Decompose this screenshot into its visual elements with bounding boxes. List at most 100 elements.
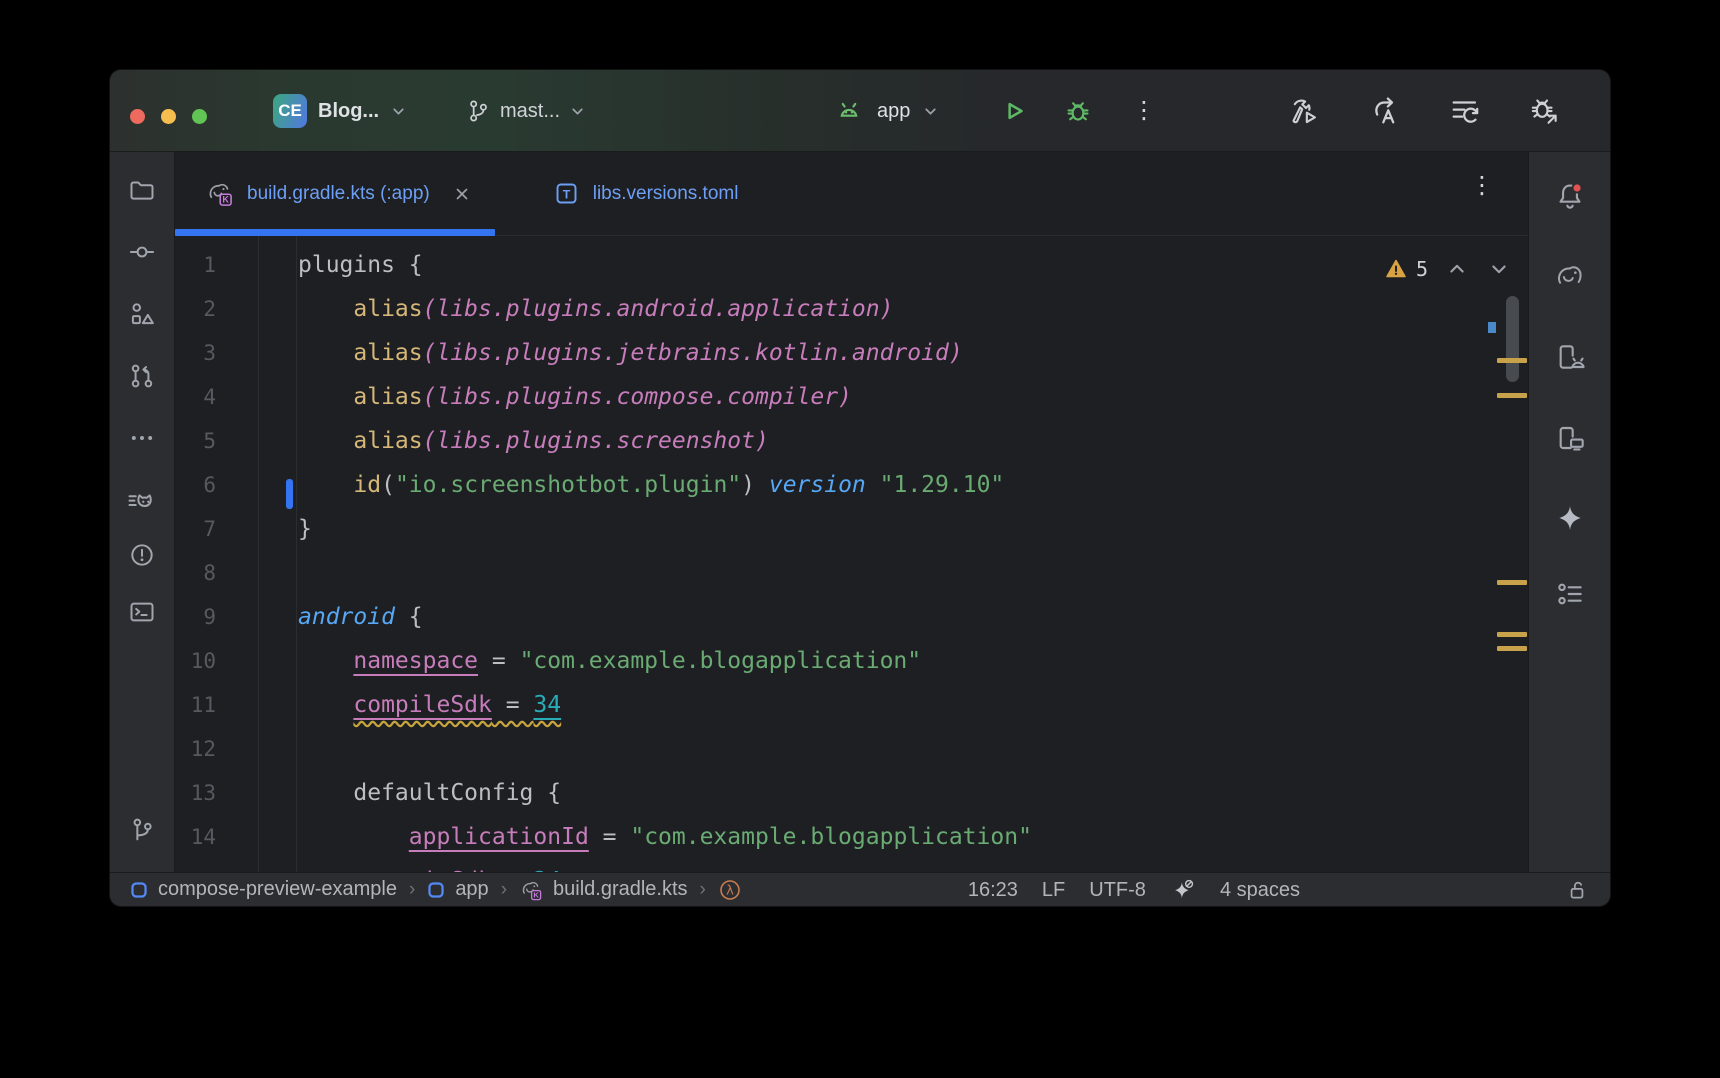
error-stripe-warning-mark[interactable] <box>1497 358 1527 363</box>
line-number[interactable]: 4 <box>175 375 216 419</box>
scrollbar-thumb[interactable] <box>1506 296 1519 382</box>
tab-build-gradle[interactable]: K build.gradle.kts (:app) <box>175 152 495 235</box>
error-stripe-warning-mark[interactable] <box>1497 646 1527 651</box>
line-number[interactable]: 11 <box>175 683 216 727</box>
code-line[interactable] <box>298 727 1528 771</box>
structure-icon[interactable] <box>122 294 162 334</box>
code-line[interactable]: compileSdk = 34 <box>298 683 1528 727</box>
line-number[interactable]: 8 <box>175 551 216 595</box>
encoding[interactable]: UTF-8 <box>1089 879 1146 902</box>
running-devices-icon[interactable] <box>1550 418 1590 458</box>
ai-assistant-disabled-icon[interactable] <box>1170 877 1196 903</box>
code-token: version <box>769 472 866 498</box>
code-line[interactable]: id("io.screenshotbot.plugin") version "1… <box>298 463 1528 507</box>
code-line[interactable]: alias(libs.plugins.screenshot) <box>298 419 1528 463</box>
breadcrumb-separator: › <box>501 879 507 901</box>
gradle-sync-icon[interactable] <box>1446 92 1484 130</box>
code-line[interactable] <box>298 551 1528 595</box>
code-line[interactable]: defaultConfig { <box>298 771 1528 815</box>
notifications-bell-icon[interactable] <box>1550 176 1590 216</box>
apply-code-changes-icon[interactable] <box>1366 92 1404 130</box>
run-more-options[interactable]: ⋮ <box>1132 70 1156 152</box>
code-token: alias <box>353 340 422 366</box>
code-token: "1.29.10" <box>880 472 1005 498</box>
run-config-name[interactable]: app <box>877 100 910 123</box>
code-token: (libs.plugins.compose.compiler) <box>423 384 852 410</box>
build-variants-icon[interactable] <box>1550 574 1590 614</box>
line-number[interactable]: 6 <box>175 463 216 507</box>
breadcrumb-project[interactable]: compose-preview-example <box>130 878 397 901</box>
unlocked-icon[interactable] <box>1564 877 1590 903</box>
project-folder-icon[interactable] <box>122 170 162 210</box>
chevron-down-icon[interactable] <box>922 103 939 120</box>
module-icon <box>130 881 148 899</box>
error-stripe-warning-mark[interactable] <box>1497 393 1527 398</box>
code-line[interactable]: alias(libs.plugins.jetbrains.kotlin.andr… <box>298 331 1528 375</box>
error-stripe-warning-mark[interactable] <box>1497 632 1527 637</box>
tab-options-icon[interactable]: ⋮ <box>1470 174 1494 198</box>
breadcrumb-separator: › <box>409 879 415 901</box>
previous-problem-icon[interactable] <box>1444 256 1470 282</box>
commit-icon[interactable] <box>122 232 162 272</box>
line-number[interactable]: 7 <box>175 507 216 551</box>
warning-highlight[interactable]: compileSdk = 34 <box>353 692 561 718</box>
device-manager-icon[interactable] <box>1550 337 1590 377</box>
inspections-widget[interactable]: 5 <box>1384 256 1512 282</box>
indent-style[interactable]: 4 spaces <box>1220 879 1300 902</box>
problems-icon[interactable] <box>122 535 162 575</box>
run-button[interactable] <box>995 92 1033 130</box>
zoom-window-button[interactable] <box>192 109 207 124</box>
close-window-button[interactable] <box>130 109 145 124</box>
gradle-icon[interactable] <box>1550 256 1590 296</box>
vcs-branch-widget[interactable]: mast... <box>465 70 586 152</box>
code-line[interactable]: applicationId = "com.example.blogapplica… <box>298 815 1528 859</box>
line-ending[interactable]: LF <box>1042 879 1065 902</box>
pull-requests-icon[interactable] <box>122 356 162 396</box>
build-run-hammer-icon[interactable] <box>1286 92 1324 130</box>
code-line[interactable]: alias(libs.plugins.android.application) <box>298 287 1528 331</box>
tab-label: libs.versions.toml <box>593 183 739 205</box>
error-stripe-warning-mark[interactable] <box>1497 580 1527 585</box>
gemini-sparkle-icon[interactable] <box>1550 498 1590 538</box>
debug-button[interactable] <box>1059 92 1097 130</box>
code-line[interactable]: namespace = "com.example.blogapplication… <box>298 639 1528 683</box>
next-problem-icon[interactable] <box>1486 256 1512 282</box>
breadcrumb-module[interactable]: app <box>427 878 488 901</box>
lambda-icon[interactable]: λ <box>718 878 742 902</box>
line-number[interactable]: 15 <box>175 859 216 872</box>
more-tool-windows-icon[interactable] <box>122 418 162 458</box>
version-control-icon[interactable] <box>122 810 162 850</box>
line-number[interactable]: 13 <box>175 771 216 815</box>
line-number[interactable]: 5 <box>175 419 216 463</box>
attach-debugger-icon[interactable] <box>1526 92 1564 130</box>
code-token: 34 <box>533 692 561 718</box>
code-line[interactable]: } <box>298 507 1528 551</box>
line-number[interactable]: 3 <box>175 331 216 375</box>
code-line[interactable]: android { <box>298 595 1528 639</box>
gutter-numbers: 123456789101112131415 <box>175 243 216 872</box>
terminal-icon[interactable] <box>122 592 162 632</box>
line-number[interactable]: 2 <box>175 287 216 331</box>
line-number[interactable]: 1 <box>175 243 216 287</box>
error-stripe-change-mark[interactable] <box>1488 322 1496 333</box>
code-token: applicationId <box>409 824 589 850</box>
code-line[interactable]: plugins { <box>298 243 1528 287</box>
cursor-position[interactable]: 16:23 <box>968 879 1018 902</box>
svg-text:K: K <box>533 890 539 899</box>
code-line[interactable]: alias(libs.plugins.compose.compiler) <box>298 375 1528 419</box>
project-widget[interactable]: CE Blog... <box>273 70 407 152</box>
gutter-separator <box>258 236 259 872</box>
code-editor[interactable]: 123456789101112131415 plugins { alias(li… <box>175 236 1528 872</box>
code-token: } <box>298 516 312 542</box>
line-number[interactable]: 12 <box>175 727 216 771</box>
line-number[interactable]: 14 <box>175 815 216 859</box>
android-icon[interactable] <box>833 95 865 127</box>
minimize-window-button[interactable] <box>161 109 176 124</box>
code-line[interactable]: minSdk = 24 <box>298 859 1528 872</box>
logcat-icon[interactable] <box>122 480 162 520</box>
breadcrumb-file[interactable]: K build.gradle.kts <box>519 878 688 902</box>
tab-libs-versions-toml[interactable]: T libs.versions.toml <box>523 152 769 235</box>
close-tab-icon[interactable] <box>453 185 471 203</box>
line-number[interactable]: 9 <box>175 595 216 639</box>
line-number[interactable]: 10 <box>175 639 216 683</box>
